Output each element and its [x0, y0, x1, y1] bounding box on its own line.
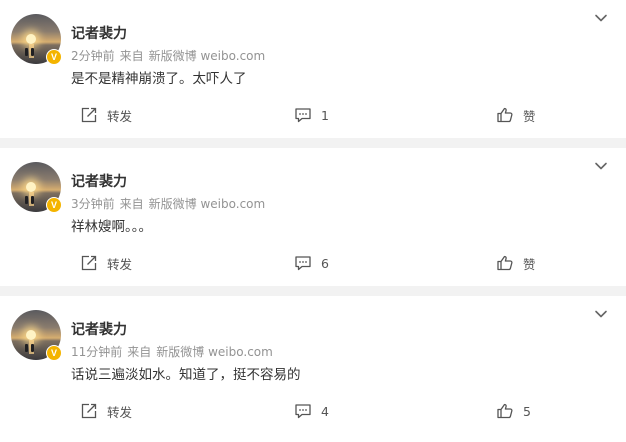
thumbs-up-icon	[496, 106, 514, 124]
username[interactable]: 记者裴力	[71, 171, 127, 191]
separator	[0, 286, 626, 296]
chevron-down-icon[interactable]	[593, 158, 609, 174]
comment-icon	[294, 254, 312, 272]
like-button[interactable]: 5	[496, 400, 531, 422]
verified-badge-icon: V	[46, 197, 62, 213]
source-prefix: 来自	[127, 345, 152, 359]
like-label: 5	[523, 403, 531, 419]
comment-button[interactable]: 6	[294, 252, 329, 274]
verified-badge-icon: V	[46, 49, 62, 65]
comment-icon	[294, 106, 312, 124]
comment-count: 1	[321, 107, 329, 123]
thumbs-up-icon	[496, 402, 514, 420]
post-meta: 3分钟前 来自 新版微博 weibo.com	[71, 195, 270, 212]
comment-feed: V 记者裴力 2分钟前 来自 新版微博 weibo.com 是不是精神崩溃了。太吓人…	[0, 0, 626, 442]
avatar[interactable]: V	[11, 14, 62, 65]
like-button[interactable]: 赞	[496, 104, 536, 126]
post-card: V 记者裴力 3分钟前 来自 新版微博 weibo.com 祥林嫂啊。。。 转发 6…	[0, 148, 626, 286]
chevron-down-icon[interactable]	[593, 10, 609, 26]
repost-button[interactable]: 转发	[80, 400, 132, 422]
post-meta: 11分钟前 来自 新版微博 weibo.com	[71, 343, 278, 360]
post-content: 是不是精神崩溃了。太吓人了	[71, 71, 247, 87]
repost-label: 转发	[107, 404, 133, 420]
share-icon	[80, 106, 98, 124]
post-card: V 记者裴力 2分钟前 来自 新版微博 weibo.com 是不是精神崩溃了。太吓人…	[0, 0, 626, 138]
source-link[interactable]: 新版微博 weibo.com	[156, 345, 273, 359]
post-time: 11分钟前	[71, 345, 123, 359]
source-link[interactable]: 新版微博 weibo.com	[149, 197, 266, 211]
post-meta: 2分钟前 来自 新版微博 weibo.com	[71, 47, 270, 64]
comment-count: 6	[321, 255, 329, 271]
repost-button[interactable]: 转发	[80, 252, 132, 274]
username[interactable]: 记者裴力	[71, 23, 127, 43]
source-link[interactable]: 新版微博 weibo.com	[149, 49, 266, 63]
share-icon	[80, 402, 98, 420]
like-button[interactable]: 赞	[496, 252, 536, 274]
avatar[interactable]: V	[11, 310, 62, 361]
post-time: 3分钟前	[71, 197, 115, 211]
repost-button[interactable]: 转发	[80, 104, 132, 126]
comment-icon	[294, 402, 312, 420]
source-prefix: 来自	[119, 49, 144, 63]
comment-count: 4	[321, 403, 329, 419]
comment-button[interactable]: 1	[294, 104, 329, 126]
separator	[0, 138, 626, 148]
post-content: 话说三遍淡如水。知道了，挺不容易的	[71, 367, 301, 383]
share-icon	[80, 254, 98, 272]
username[interactable]: 记者裴力	[71, 319, 127, 339]
like-label: 赞	[523, 256, 536, 272]
verified-badge-icon: V	[46, 345, 62, 361]
like-label: 赞	[523, 108, 536, 124]
chevron-down-icon[interactable]	[593, 306, 609, 322]
post-card: V 记者裴力 11分钟前 来自 新版微博 weibo.com 话说三遍淡如水。知道了…	[0, 296, 626, 434]
source-prefix: 来自	[119, 197, 144, 211]
thumbs-up-icon	[496, 254, 514, 272]
repost-label: 转发	[107, 108, 133, 124]
repost-label: 转发	[107, 256, 133, 272]
post-content: 祥林嫂啊。。。	[71, 219, 152, 235]
comment-button[interactable]: 4	[294, 400, 329, 422]
post-time: 2分钟前	[71, 49, 115, 63]
avatar[interactable]: V	[11, 162, 62, 213]
